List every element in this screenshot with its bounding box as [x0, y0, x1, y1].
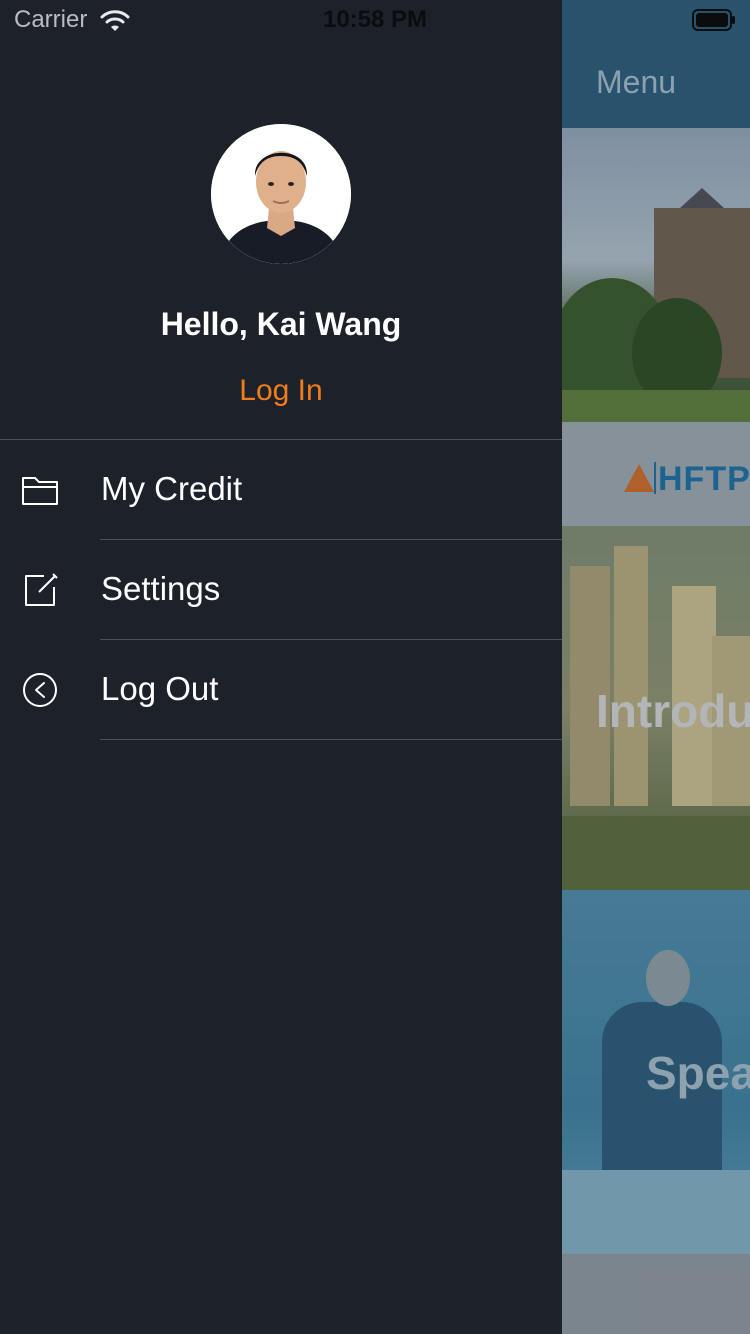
- app-screen: Menu HFTP Introdu Spea Hello, Kai Wang L…: [0, 0, 750, 1334]
- edit-icon: [25, 573, 58, 606]
- back-circle-icon: [23, 673, 57, 707]
- menu-item-my-credit[interactable]: My Credit: [0, 440, 562, 540]
- battery-icon: [692, 9, 735, 31]
- menu-label: My Credit: [101, 470, 243, 507]
- menu-item-settings[interactable]: Settings: [0, 540, 562, 640]
- menu-label: Settings: [101, 570, 221, 607]
- menu-item-log-out[interactable]: Log Out: [0, 640, 562, 740]
- status-time: 10:58 PM: [322, 6, 428, 33]
- user-avatar[interactable]: [211, 124, 351, 264]
- avatar-icon: [211, 124, 351, 264]
- status-bar: Carrier 10:58 PM: [0, 0, 750, 40]
- main-content[interactable]: Menu HFTP Introdu Spea: [562, 0, 750, 1334]
- folder-icon: [22, 477, 58, 505]
- login-link[interactable]: Log In: [0, 374, 562, 408]
- dim-overlay[interactable]: [562, 0, 750, 1334]
- greeting-text: Hello, Kai Wang: [160, 306, 402, 342]
- menu-label: Log Out: [101, 670, 219, 707]
- menu-separator: [100, 739, 562, 740]
- drawer-menu: My Credit Settings Log Out: [0, 440, 562, 740]
- side-drawer: Hello, Kai Wang Log In My Credit Setting…: [0, 0, 562, 1334]
